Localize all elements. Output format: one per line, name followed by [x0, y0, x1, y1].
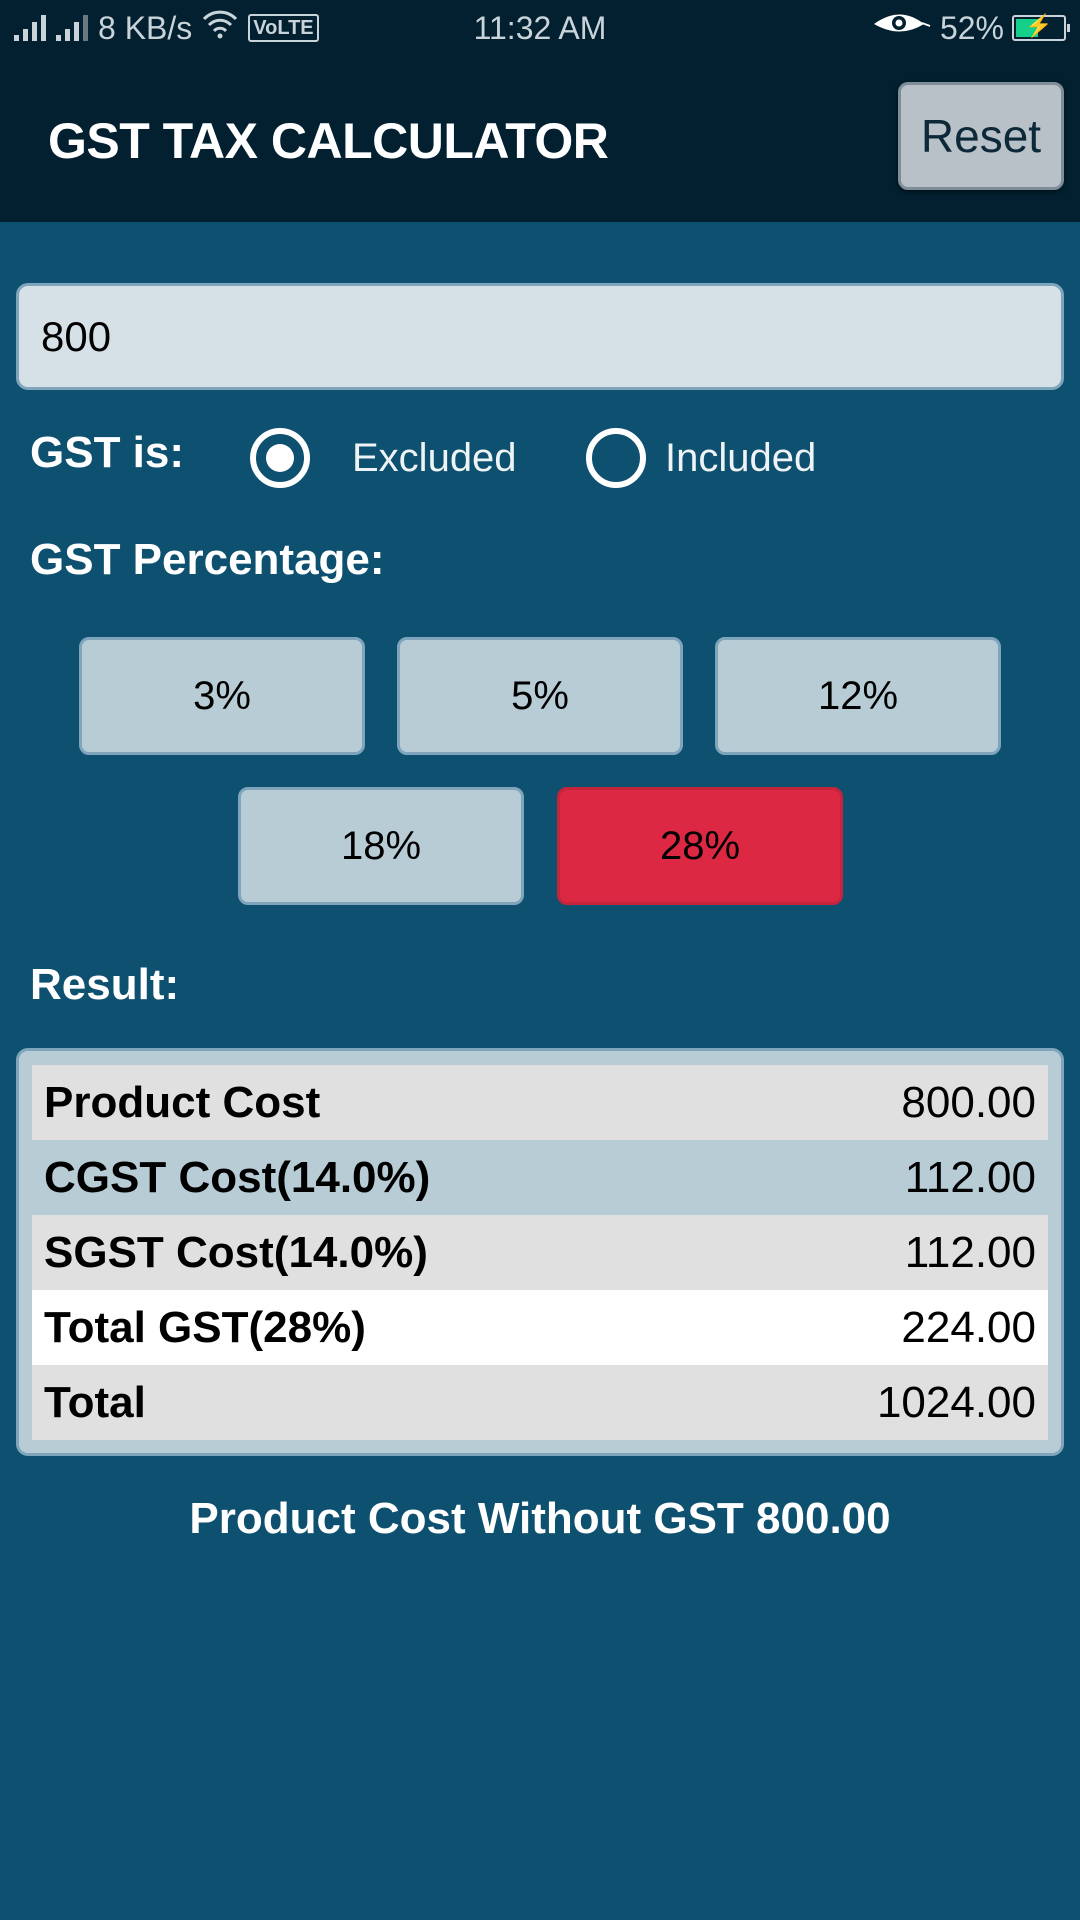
- result-row-product-cost: Product Cost 800.00: [32, 1065, 1048, 1140]
- pct-button-5[interactable]: 5%: [397, 637, 683, 755]
- app-title: GST TAX CALCULATOR: [48, 113, 609, 169]
- result-label: Result:: [30, 960, 180, 1009]
- pct-button-12[interactable]: 12%: [715, 637, 1001, 755]
- row-label: Total GST(28%): [44, 1302, 366, 1352]
- radio-excluded-label[interactable]: Excluded: [352, 436, 517, 481]
- radio-included-label[interactable]: Included: [665, 436, 816, 481]
- row-label: Total: [44, 1377, 146, 1427]
- radio-selected-dot: [266, 444, 294, 472]
- row-value: 800.00: [901, 1077, 1036, 1127]
- battery-charging-icon: ⚡: [1012, 13, 1070, 41]
- result-row-cgst: CGST Cost(14.0%) 112.00: [32, 1140, 1048, 1215]
- eye-comfort-icon: [872, 9, 932, 47]
- cost-without-gst-note: Product Cost Without GST 800.00: [189, 1494, 891, 1543]
- gst-percentage-label: GST Percentage:: [30, 535, 385, 584]
- status-bar: 8 KB/s VoLTE 11:32 AM 52% ⚡: [0, 0, 1080, 56]
- app-bar: GST TAX CALCULATOR Reset: [0, 56, 1080, 222]
- row-label: Product Cost: [44, 1077, 321, 1127]
- row-value: 112.00: [904, 1227, 1036, 1277]
- result-row-sgst: SGST Cost(14.0%) 112.00: [32, 1215, 1048, 1290]
- amount-input[interactable]: [16, 283, 1064, 390]
- row-label: CGST Cost(14.0%): [44, 1152, 431, 1202]
- radio-excluded[interactable]: [250, 428, 310, 488]
- row-value: 112.00: [904, 1152, 1036, 1202]
- row-value: 224.00: [901, 1302, 1036, 1352]
- status-right: 52% ⚡: [872, 8, 1070, 48]
- pct-button-28[interactable]: 28%: [557, 787, 843, 905]
- result-row-total-gst: Total GST(28%) 224.00: [32, 1290, 1048, 1365]
- row-value: 1024.00: [876, 1377, 1036, 1427]
- row-label: SGST Cost(14.0%): [44, 1227, 428, 1277]
- pct-button-3[interactable]: 3%: [79, 637, 365, 755]
- result-table: Product Cost 800.00 CGST Cost(14.0%) 112…: [16, 1048, 1064, 1456]
- gst-mode-label: GST is:: [30, 428, 185, 477]
- bolt-icon: ⚡: [1025, 13, 1053, 38]
- result-row-total: Total 1024.00: [32, 1365, 1048, 1440]
- reset-button[interactable]: Reset: [898, 82, 1064, 190]
- pct-button-18[interactable]: 18%: [238, 787, 524, 905]
- battery-percent: 52%: [939, 9, 1004, 46]
- radio-included[interactable]: [586, 428, 646, 488]
